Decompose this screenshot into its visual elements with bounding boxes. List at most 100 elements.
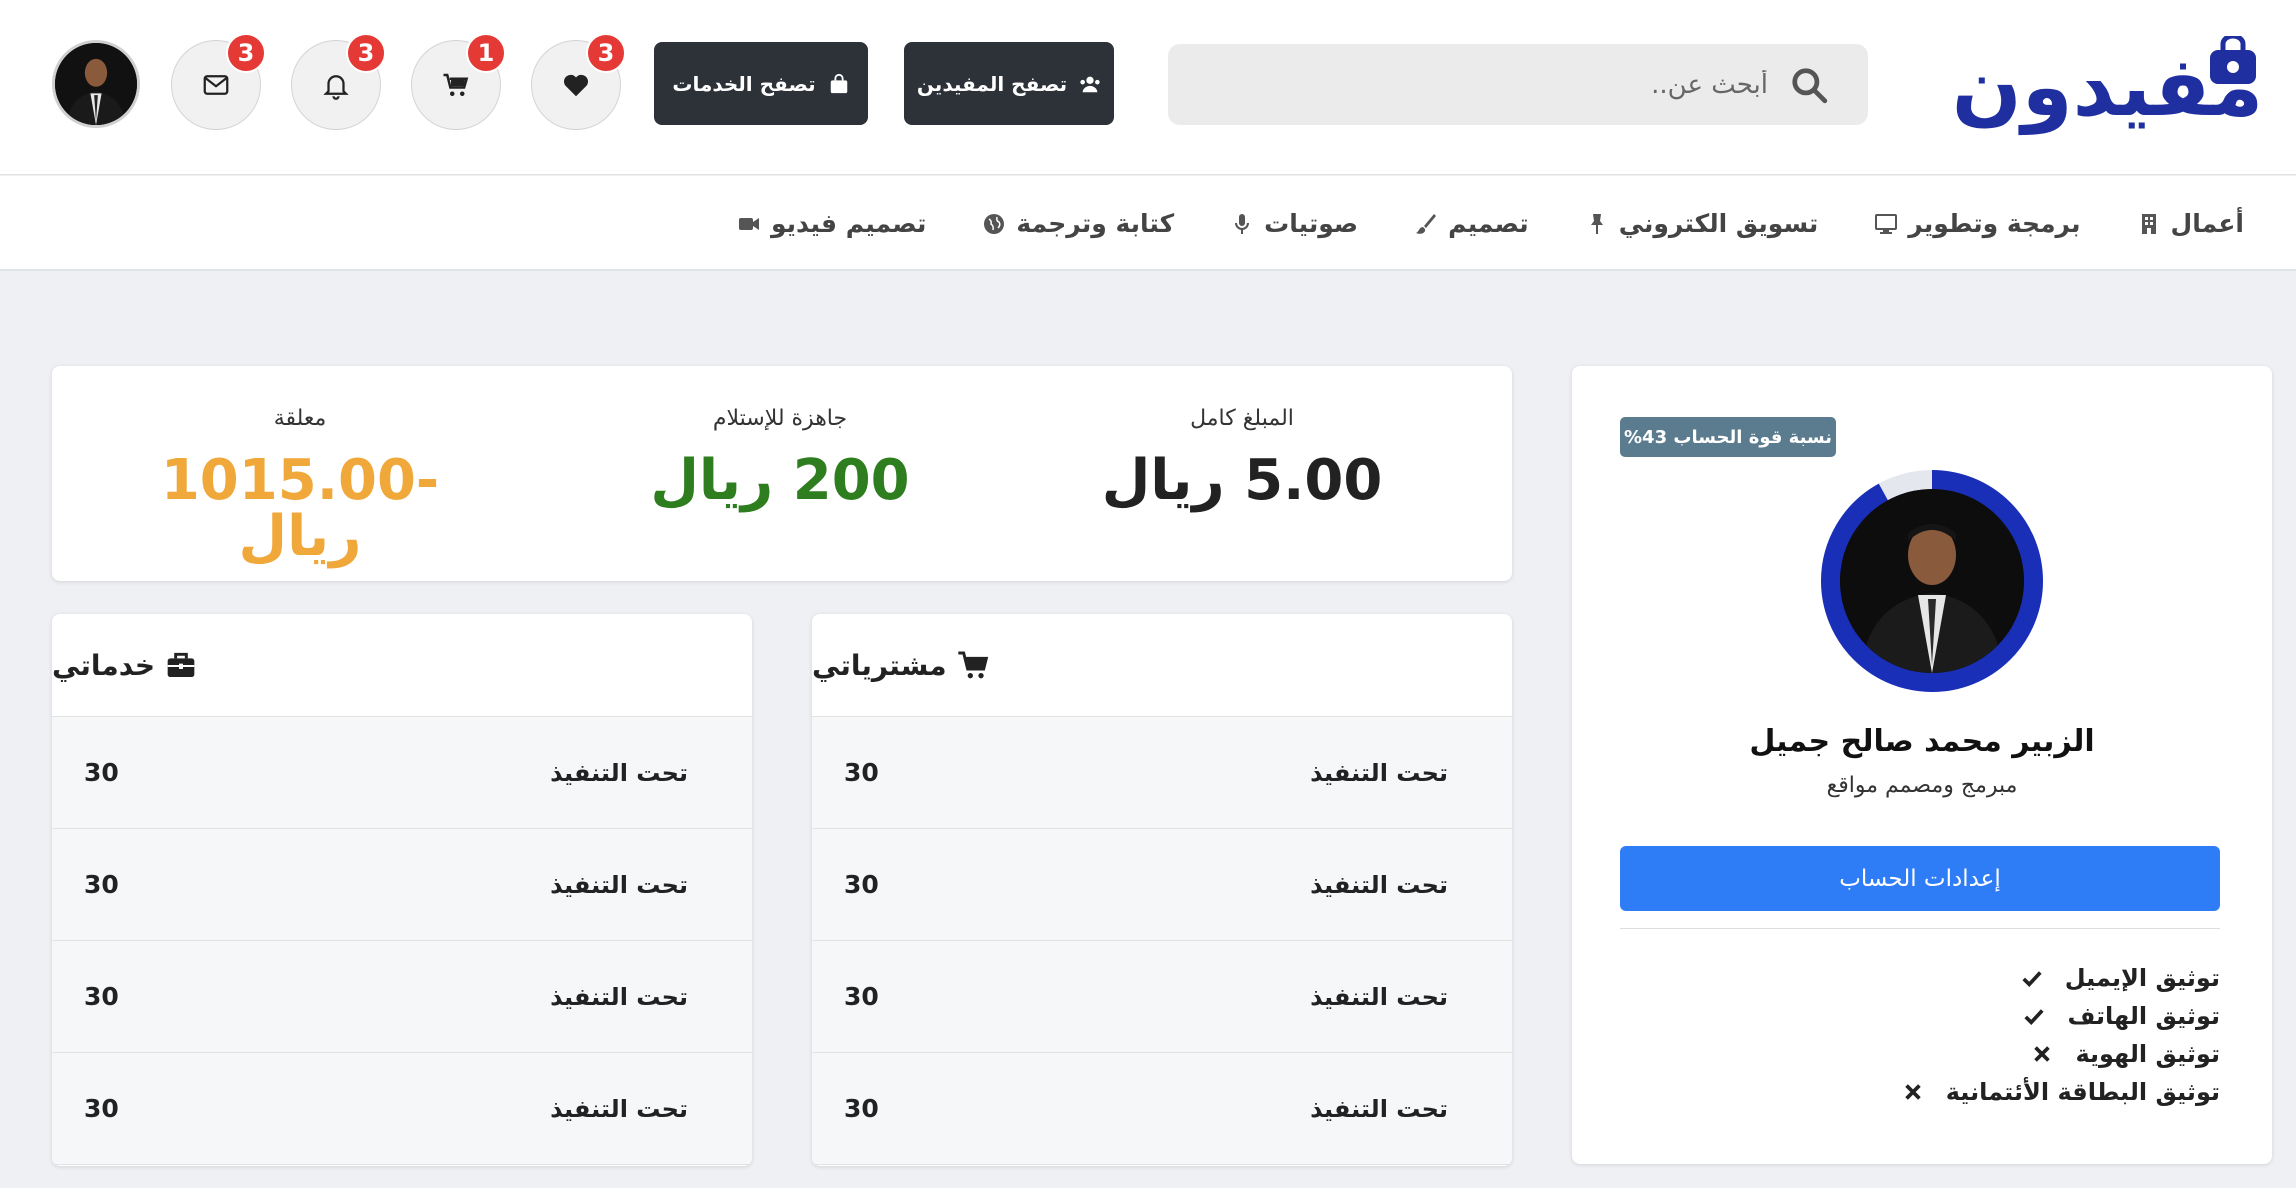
microphone-icon: [1235, 213, 1250, 234]
messages-button[interactable]: 3: [171, 33, 266, 130]
stat-total: المبلغ كامل 5.00 ريال: [1052, 406, 1432, 509]
category-label: كتابة وترجمة: [1016, 209, 1175, 238]
user-avatar[interactable]: [52, 40, 140, 128]
list-item[interactable]: 30 تحت التنفيذ: [52, 1053, 752, 1165]
row-count: 30: [84, 982, 119, 1011]
category-label: تسويق الكتروني: [1618, 209, 1819, 238]
browse-services-button[interactable]: تصفح الخدمات: [654, 42, 868, 125]
search-input[interactable]: [1168, 44, 1768, 125]
row-status: تحت التنفيذ: [1310, 870, 1448, 899]
divider: [1620, 928, 2220, 929]
category-label: أعمال: [2170, 209, 2245, 238]
category-writing[interactable]: كتابة وترجمة: [982, 209, 1174, 238]
shopping-bag-icon: [830, 73, 847, 93]
favorites-count-badge: 3: [586, 33, 626, 73]
list-item[interactable]: 30 تحت التنفيذ: [52, 941, 752, 1053]
verification-phone: توثيق الهاتف: [2023, 1000, 2220, 1032]
cart-icon: [957, 651, 988, 679]
list-item[interactable]: 30 تحت التنفيذ: [812, 941, 1512, 1053]
profile-avatar: [1840, 489, 2024, 673]
row-status: تحت التنفيذ: [550, 982, 688, 1011]
category-business[interactable]: أعمال: [2137, 209, 2245, 238]
row-status: تحت التنفيذ: [550, 1094, 688, 1123]
profile-role: مبرمج ومصمم مواقع: [1826, 773, 2018, 798]
list-item[interactable]: 30 تحت التنفيذ: [52, 829, 752, 941]
profile-portrait: [1840, 489, 2024, 673]
list-item[interactable]: 30 تحت التنفيذ: [812, 829, 1512, 941]
services-title: خدماتي: [52, 648, 156, 682]
verification-email: توثيق الإيميل: [2021, 962, 2220, 994]
verification-label: توثيق الإيميل: [2064, 964, 2220, 992]
notifications-button[interactable]: 3: [291, 33, 386, 130]
account-settings-button[interactable]: إعدادات الحساب: [1620, 846, 2220, 911]
cart-count-badge: 1: [466, 33, 506, 73]
row-count: 30: [844, 982, 879, 1011]
briefcase-icon: [167, 652, 195, 677]
heart-icon: [563, 74, 589, 97]
purchases-header: مشترياتي: [812, 614, 1512, 717]
verification-label: توثيق الهوية: [2075, 1040, 2220, 1068]
cross-icon: [2034, 1046, 2051, 1062]
user-portrait: [55, 43, 137, 125]
cart-icon: [443, 73, 469, 96]
verification-credit-card: توثيق البطاقة الأئتمانية: [1902, 1076, 2220, 1108]
top-header: مفيدون تصفح المفيدين تصفح الخدمات 3: [0, 0, 2296, 175]
row-status: تحت التنفيذ: [550, 758, 688, 787]
category-video[interactable]: تصميم فيديو: [737, 209, 926, 238]
stat-ready-value: 200 ريال: [650, 448, 910, 513]
bell-icon: [323, 75, 349, 100]
verification-label: توثيق الهاتف: [2067, 1002, 2220, 1030]
envelope-icon: [203, 75, 229, 95]
services-card: خدماتي 30 تحت التنفيذ 30 تحت التنفيذ 30 …: [52, 614, 752, 1166]
row-count: 30: [84, 758, 119, 787]
shopping-bag-icon: [2210, 36, 2256, 84]
notifications-count-badge: 3: [346, 33, 386, 73]
stat-total-value: 5.00 ريال: [1101, 448, 1383, 513]
category-design[interactable]: تصميم: [1414, 209, 1529, 238]
stat-ready-label: جاهزة للإستلام: [712, 406, 848, 431]
category-marketing[interactable]: تسويق الكتروني: [1585, 209, 1819, 238]
list-item[interactable]: 30 تحت التنفيذ: [812, 1053, 1512, 1165]
cross-icon: [1905, 1084, 1921, 1100]
search-icon[interactable]: [1790, 66, 1828, 104]
brush-icon: [1416, 213, 1437, 234]
row-count: 30: [844, 1094, 879, 1123]
stat-total-label: المبلغ كامل: [1190, 406, 1294, 431]
users-icon: [1080, 76, 1100, 92]
row-status: تحت التنفيذ: [1310, 758, 1448, 787]
list-item[interactable]: 30 تحت التنفيذ: [812, 717, 1512, 829]
category-label: صوتيات: [1264, 209, 1359, 238]
messages-count-badge: 3: [226, 33, 266, 73]
verification-list: توثيق الإيميل توثيق الهاتف توثيق الهوية …: [1902, 962, 2220, 1108]
list-item[interactable]: 30 تحت التنفيذ: [52, 717, 752, 829]
account-strength-badge: نسبة قوة الحساب 43%: [1620, 417, 1836, 457]
check-icon: [2024, 1009, 2045, 1026]
video-camera-icon: [738, 217, 759, 230]
browse-helpers-label: تصفح المفيدين: [916, 71, 1068, 96]
profile-name: الزبير محمد صالح جميل: [1749, 724, 2095, 759]
search-bar[interactable]: [1168, 44, 1868, 125]
balance-stats-card: المبلغ كامل 5.00 ريال جاهزة للإستلام 200…: [52, 366, 1512, 581]
profile-card: نسبة قوة الحساب 43% الزبير محمد صالح جمي…: [1572, 366, 2272, 1164]
cart-button[interactable]: 1: [411, 33, 506, 130]
stat-pending-value: -1015.00 ريال: [160, 448, 440, 569]
verification-label: توثيق البطاقة الأئتمانية: [1945, 1078, 2220, 1106]
row-count: 30: [844, 870, 879, 899]
pin-icon: [1590, 213, 1603, 234]
browse-services-label: تصفح الخدمات: [672, 71, 816, 96]
category-label: تصميم فيديو: [770, 209, 927, 238]
globe-icon: [984, 213, 1005, 234]
browse-helpers-button[interactable]: تصفح المفيدين: [904, 42, 1114, 125]
purchases-title: مشترياتي: [812, 648, 947, 682]
favorites-button[interactable]: 3: [531, 33, 626, 130]
row-status: تحت التنفيذ: [1310, 982, 1448, 1011]
check-icon: [2022, 971, 2042, 988]
services-header: خدماتي: [52, 614, 752, 717]
category-programming[interactable]: برمجة وتطوير: [1874, 209, 2081, 238]
building-icon: [2141, 213, 2156, 234]
site-logo[interactable]: مفيدون: [1952, 30, 2265, 145]
stat-pending: معلقة -1015.00 ريال: [110, 406, 490, 565]
category-audio[interactable]: صوتيات: [1230, 209, 1358, 238]
row-status: تحت التنفيذ: [550, 870, 688, 899]
stat-pending-label: معلقة: [273, 406, 327, 431]
